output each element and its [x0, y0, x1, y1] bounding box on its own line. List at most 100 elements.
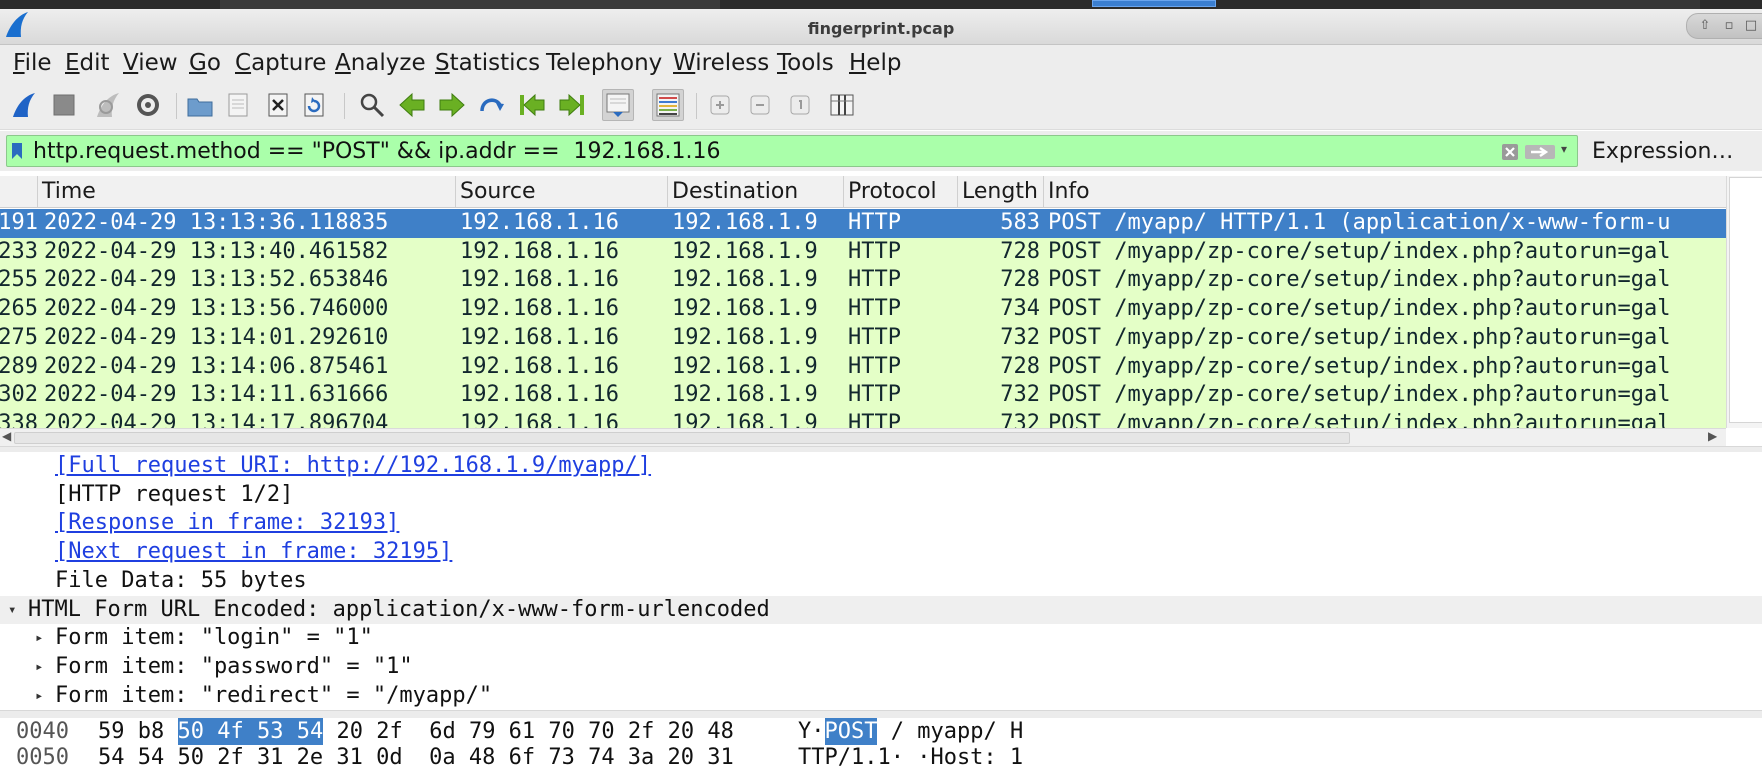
resize-columns-icon[interactable]	[826, 89, 858, 121]
close-file-icon[interactable]	[262, 89, 294, 121]
tree-node[interactable]: ▸ Form item: "login" = "1"	[0, 624, 1762, 653]
collapsed-arrow-icon[interactable]: ▸	[35, 653, 43, 682]
maximize-icon[interactable]: □	[1740, 15, 1762, 37]
collapsed-arrow-icon[interactable]: ▸	[35, 682, 43, 710]
menu-tools[interactable]: Tools	[776, 49, 835, 77]
column-header-info[interactable]: Info	[1044, 176, 1726, 208]
scroll-right-arrow-icon[interactable]: ▶	[1708, 429, 1717, 443]
column-header-source[interactable]: Source	[456, 176, 668, 208]
filter-history-dropdown-icon[interactable]: ▾	[1561, 142, 1567, 156]
packet-row[interactable]: 265 2022-04-29 13:13:56.746000 192.168.1.1…	[0, 295, 1726, 324]
window-shade-icon[interactable]: ⇧	[1694, 15, 1716, 37]
tree-node[interactable]: ▾ HTML Form URL Encoded: application/x-ww…	[0, 595, 1762, 625]
packet-info: POST /myapp/zp-core/setup/index.php?auto…	[1048, 267, 1671, 293]
scroll-left-arrow-icon[interactable]: ◀	[2, 429, 11, 443]
menu-go[interactable]: Go	[188, 49, 222, 77]
packet-row[interactable]: 275 2022-04-29 13:14:01.292610 192.168.1.1…	[0, 323, 1726, 353]
packet-destination: 192.168.1.9	[672, 410, 818, 428]
menu-file[interactable]: File	[12, 49, 53, 77]
go-back-icon[interactable]	[396, 89, 428, 121]
packet-row[interactable]: 255 2022-04-29 13:13:52.653846 192.168.1.1…	[0, 266, 1726, 296]
expression-button[interactable]: Expression…	[1592, 139, 1733, 164]
taskbar-tray	[1420, 0, 1700, 9]
column-header-time[interactable]: Time	[38, 176, 456, 208]
main-toolbar	[0, 81, 1762, 130]
packet-list-header: Time Source Destination Protocol Length …	[0, 176, 1726, 208]
collapsed-arrow-icon[interactable]: ▸	[35, 624, 43, 653]
normal-size-icon[interactable]	[784, 89, 816, 121]
packet-protocol: HTTP	[848, 353, 901, 379]
display-filter-input[interactable]: http.request.method == "POST" && ip.addr…	[6, 135, 1578, 167]
detail-text: Form item: "password" = "1"	[55, 653, 413, 679]
column-header-length[interactable]: Length	[958, 176, 1044, 208]
packet-list-vertical-scrollbar[interactable]	[1726, 176, 1762, 428]
ascii-bytes: TTP/1.1· ·Host: 1	[798, 745, 1024, 769]
scrollbar-thumb[interactable]	[1729, 177, 1762, 423]
packet-destination: 192.168.1.9	[672, 353, 818, 379]
packet-row[interactable]: 233 2022-04-29 13:13:40.461582 192.168.1.1…	[0, 237, 1726, 267]
autoscroll-icon[interactable]	[602, 89, 634, 121]
tree-node[interactable]: ▸ Form item: "password" = "1"	[0, 653, 1762, 682]
restart-capture-icon[interactable]	[92, 89, 124, 121]
detail-line[interactable]: File Data: 55 bytes	[0, 567, 1762, 596]
menu-capture[interactable]: Capture	[234, 49, 327, 77]
display-filter-text[interactable]: http.request.method == "POST" && ip.addr…	[33, 139, 720, 164]
detail-link[interactable]: [Response in frame: 32193]	[55, 509, 399, 538]
minimize-icon[interactable]: ▫	[1718, 15, 1740, 37]
packet-source: 192.168.1.16	[460, 296, 619, 322]
menu-help[interactable]: Help	[848, 49, 902, 77]
packet-row[interactable]: 338 2022-04-29 13:14:17.896704 192.168.1.1…	[0, 409, 1726, 428]
capture-options-icon[interactable]	[132, 89, 164, 121]
go-to-packet-icon[interactable]	[476, 89, 508, 121]
zoom-in-icon[interactable]	[704, 89, 736, 121]
column-header-protocol[interactable]: Protocol	[844, 176, 958, 208]
find-packet-icon[interactable]	[356, 89, 388, 121]
menu-statistics[interactable]: Statistics	[434, 49, 541, 77]
stop-capture-icon[interactable]	[48, 89, 80, 121]
packet-protocol: HTTP	[848, 382, 901, 408]
detail-link[interactable]: [Full request URI: http://192.168.1.9/my…	[55, 452, 651, 481]
column-header-number[interactable]	[0, 176, 38, 208]
detail-line[interactable]: [Response in frame: 32193]	[0, 509, 1762, 538]
packet-info: POST /myapp/zp-core/setup/index.php?auto…	[1048, 382, 1671, 408]
colorize-icon[interactable]	[652, 89, 684, 121]
go-last-icon[interactable]	[556, 89, 588, 121]
go-first-icon[interactable]	[516, 89, 548, 121]
go-forward-icon[interactable]	[436, 89, 468, 121]
packet-time: 2022-04-29 13:13:56.746000	[44, 296, 389, 322]
detail-line[interactable]: [Next request in frame: 32195]	[0, 538, 1762, 567]
packet-list-horizontal-scrollbar[interactable]: ◀ ▶	[0, 428, 1726, 446]
taskbar-active-window[interactable]	[1092, 0, 1216, 7]
menu-wireless[interactable]: Wireless	[672, 49, 770, 77]
packet-length: 732	[1000, 382, 1040, 408]
packet-time: 2022-04-29 13:13:36.118835	[44, 210, 389, 235]
tree-node[interactable]: ▸ Form item: "redirect" = "/myapp/"	[0, 682, 1762, 710]
apply-filter-icon[interactable]	[1525, 144, 1555, 160]
toolbar-separator	[696, 93, 697, 119]
menu-telephony[interactable]: Telephony	[545, 49, 663, 77]
detail-line[interactable]: [Full request URI: http://192.168.1.9/my…	[0, 452, 1762, 481]
menu-edit[interactable]: Edit	[64, 49, 111, 77]
scrollbar-thumb[interactable]	[14, 432, 1350, 444]
menu-view[interactable]: View	[122, 49, 179, 77]
start-capture-icon[interactable]	[8, 89, 40, 121]
reload-file-icon[interactable]	[298, 89, 330, 121]
detail-line[interactable]: [HTTP request 1/2]	[0, 481, 1762, 510]
packet-row-selected[interactable]: 191 2022-04-29 13:13:36.118835 192.168.1.1…	[0, 209, 1726, 238]
taskbar-window-buttons[interactable]	[220, 0, 720, 9]
open-file-icon[interactable]	[184, 89, 216, 121]
save-file-icon[interactable]	[222, 89, 254, 121]
column-header-destination[interactable]: Destination	[668, 176, 844, 208]
detail-link[interactable]: [Next request in frame: 32195]	[55, 538, 452, 567]
menu-analyze[interactable]: Analyze	[334, 49, 427, 77]
pane-splitter[interactable]	[0, 710, 1762, 718]
packet-row[interactable]: 289 2022-04-29 13:14:06.875461 192.168.1.1…	[0, 352, 1726, 382]
expanded-arrow-icon[interactable]: ▾	[8, 596, 16, 625]
zoom-out-icon[interactable]	[744, 89, 776, 121]
packet-length: 583	[1000, 210, 1040, 235]
clear-filter-icon[interactable]	[1501, 143, 1519, 161]
ascii-bytes-highlighted: POST	[824, 718, 878, 745]
ascii-bytes: Y·	[798, 719, 825, 744]
packet-row[interactable]: 302 2022-04-29 13:14:11.631666 192.168.1.1…	[0, 381, 1726, 410]
filter-bookmark-icon[interactable]	[11, 142, 23, 160]
